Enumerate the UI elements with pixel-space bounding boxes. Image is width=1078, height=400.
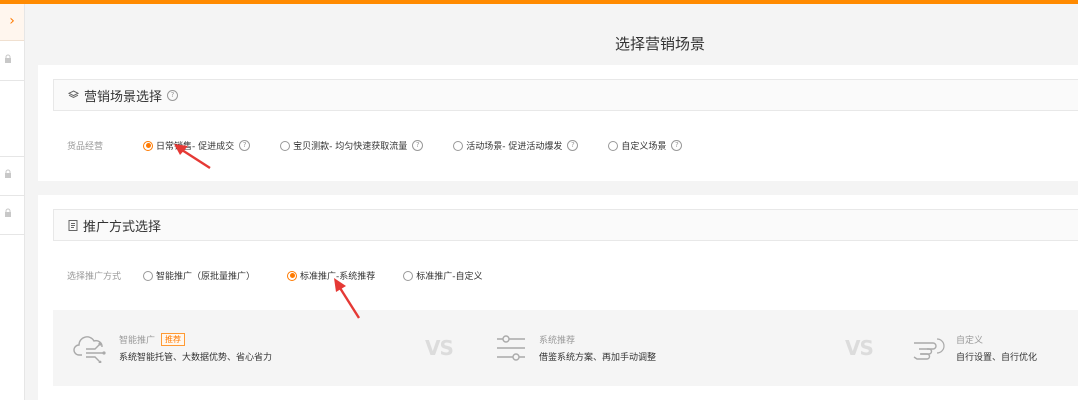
option-label: 宝贝测款- 均匀快速获取流量 [293, 142, 408, 152]
promotion-method-card: 推广方式选择 选择推广方式 智能推广（原批量推广） 标准推广-系统推荐 标准推广… [38, 195, 1078, 400]
promo-desc: 系统智能托管、大数据优势、省心省力 [119, 353, 273, 363]
cloud-icon [71, 328, 111, 368]
promo-title: 自定义 [956, 336, 984, 346]
help-icon[interactable]: ? [239, 140, 251, 151]
option-label: 标准推广-自定义 [416, 272, 483, 282]
help-icon[interactable]: ? [167, 89, 179, 101]
promo-desc: 自行设置、自行优化 [956, 353, 1038, 363]
method-option-smart[interactable]: 智能推广（原批量推广） [143, 269, 255, 282]
method-section-title: 推广方式选择 [83, 219, 162, 235]
method-option-standard-recommended[interactable]: 标准推广-系统推荐 [287, 269, 375, 282]
method-section-header: 推广方式选择 [53, 209, 1078, 241]
top-accent-bar [0, 0, 1078, 4]
document-icon [68, 219, 78, 231]
radio-unchecked[interactable] [143, 270, 153, 281]
layers-icon [68, 90, 79, 100]
promo-custom[interactable]: 自定义 自行设置、自行优化 [908, 310, 1037, 386]
scene-option-daily-sales[interactable]: 日常销售- 促进成交 ? [143, 139, 251, 152]
sliders-icon [491, 328, 531, 368]
option-label: 智能推广（原批量推广） [156, 272, 256, 282]
option-label: 日常销售- 促进成交 [156, 142, 235, 152]
lock-icon [5, 54, 11, 63]
sidebar-toggle-button[interactable]: › [0, 4, 24, 41]
help-icon[interactable]: ? [412, 140, 424, 151]
radio-unchecked[interactable] [453, 140, 464, 151]
promo-title: 系统推荐 [539, 336, 576, 346]
promo-title: 智能推广 [119, 336, 156, 346]
radio-checked[interactable] [143, 140, 153, 151]
scene-options-row: 货品经营 日常销售- 促进成交 ? 宝贝测款- 均匀快速获取流量 ? 活动场景-… [67, 139, 683, 152]
option-label: 活动场景- 促进活动爆发 [466, 142, 563, 152]
radio-unchecked[interactable] [403, 270, 414, 281]
lock-icon [5, 169, 11, 178]
recommend-badge: 推荐 [161, 333, 186, 346]
radio-unchecked[interactable] [280, 140, 291, 151]
scene-option-activity[interactable]: 活动场景- 促进活动爆发 ? [453, 139, 579, 152]
chevron-right-icon: › [9, 13, 15, 29]
sidebar-item-locked[interactable] [0, 156, 24, 196]
method-option-standard-custom[interactable]: 标准推广-自定义 [403, 269, 483, 282]
help-icon[interactable]: ? [567, 140, 579, 151]
scene-option-custom[interactable]: 自定义场景 ? [608, 139, 683, 152]
method-row-label: 选择推广方式 [67, 272, 122, 282]
promotion-comparison-panel: 智能推广 推荐 系统智能托管、大数据优势、省心省力 VS 系统推荐 借鉴系统方案… [53, 310, 1078, 386]
sidebar-item-locked[interactable] [0, 196, 24, 235]
scene-selection-card: 营销场景选择 ? 货品经营 日常销售- 促进成交 ? 宝贝测款- 均匀快速获取流… [38, 65, 1078, 181]
method-options-row: 选择推广方式 智能推广（原批量推广） 标准推广-系统推荐 标准推广-自定义 [67, 269, 483, 282]
scene-row-label: 货品经营 [67, 142, 104, 152]
scene-section-header: 营销场景选择 ? [53, 79, 1078, 111]
radio-unchecked[interactable] [608, 140, 619, 151]
scene-section-title: 营销场景选择 [84, 89, 163, 105]
sidebar-item-locked[interactable] [0, 42, 24, 81]
radio-checked[interactable] [287, 270, 298, 281]
promo-system-recommend[interactable]: 系统推荐 借鉴系统方案、再加手动调整 [491, 310, 656, 386]
option-label: 自定义场景 [621, 142, 667, 152]
scene-option-product-test[interactable]: 宝贝测款- 均匀快速获取流量 ? [280, 139, 424, 152]
help-icon[interactable]: ? [671, 140, 683, 151]
promo-smart[interactable]: 智能推广 推荐 系统智能托管、大数据优势、省心省力 [71, 310, 272, 386]
vs-label: VS [425, 336, 454, 360]
vs-label: VS [845, 336, 874, 360]
page-title: 选择营销场景 [614, 35, 705, 53]
hand-point-icon [908, 328, 948, 368]
promo-desc: 借鉴系统方案、再加手动调整 [539, 353, 657, 363]
lock-icon [5, 208, 11, 217]
option-label: 标准推广-系统推荐 [300, 272, 376, 282]
